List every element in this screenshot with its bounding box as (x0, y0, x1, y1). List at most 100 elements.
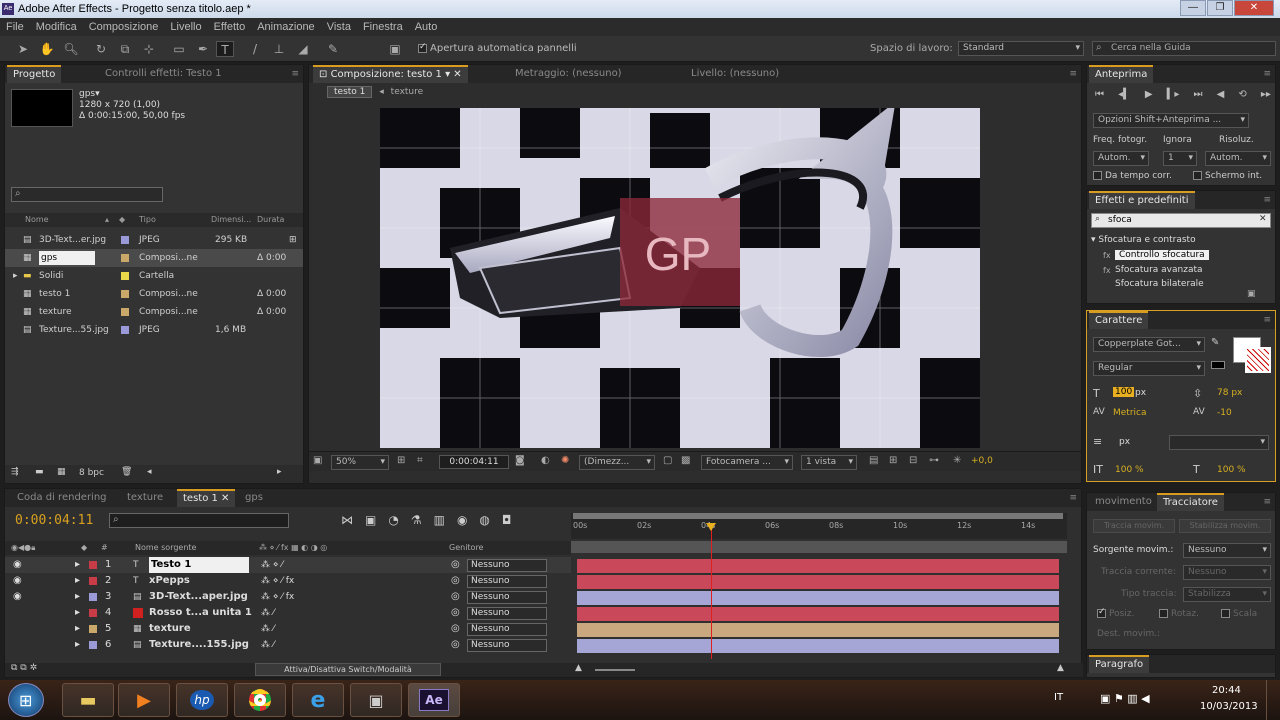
label-swatch[interactable] (89, 609, 97, 617)
roto-brush-tool-icon[interactable]: ✎ (324, 41, 342, 57)
menu-effetto[interactable]: Effetto (214, 21, 246, 33)
show-snapshot-icon[interactable]: ◐ (541, 455, 550, 466)
zoom-out-icon[interactable]: ▲ (575, 663, 582, 673)
scroll-left-icon[interactable]: ◂ (147, 467, 152, 477)
switch-shy-icon[interactable]: ⁂ ⁄ (261, 605, 274, 621)
parent-pick-whip-icon[interactable]: ◎ (451, 605, 460, 621)
layer-bar[interactable] (577, 559, 1059, 573)
rotation-checkbox[interactable] (1159, 609, 1168, 618)
parent-pick-whip-icon[interactable]: ◎ (451, 573, 460, 589)
composition-viewer[interactable]: GP (380, 108, 980, 448)
zoom-tool-icon[interactable]: 🔍︎ (62, 41, 80, 57)
parent-select[interactable]: Nessuno (467, 575, 547, 588)
menu-modifica[interactable]: Modifica (36, 21, 77, 33)
snapshot-icon[interactable]: ▣ (313, 455, 322, 466)
visibility-icon[interactable]: ◉ (13, 557, 22, 573)
ram-preview-icon[interactable]: ▸▸ (1261, 89, 1271, 100)
list-item[interactable]: ▸ ▬ Solidi Cartella (5, 267, 303, 285)
breadcrumb-testo-1[interactable]: testo 1 (327, 86, 373, 98)
graph-editor-icon[interactable]: ◍ (479, 513, 489, 527)
layer-bar[interactable] (577, 639, 1059, 653)
layer-bar[interactable] (577, 591, 1059, 605)
breadcrumb-texture[interactable]: texture (391, 87, 424, 97)
position-checkbox[interactable] (1097, 607, 1106, 618)
safe-area-icon[interactable]: ⌗ (417, 455, 423, 466)
new-preset-icon[interactable]: ▣ (1247, 289, 1256, 299)
scroll-right-icon[interactable]: ▸ (277, 467, 282, 477)
current-time-indicator[interactable] (711, 525, 712, 659)
expand-icon[interactable]: ▸ (13, 267, 18, 285)
layer-bar[interactable] (577, 607, 1059, 621)
layer-name[interactable]: 3D-Text...aper.jpg (149, 589, 248, 605)
item-name[interactable]: gps (39, 251, 96, 265)
black-swatch[interactable] (1211, 361, 1225, 369)
layer-name[interactable]: xPepps (149, 573, 190, 589)
col-type[interactable]: Tipo (139, 213, 156, 227)
effects-search-input[interactable]: sfoca (1091, 213, 1271, 228)
auto-open-checkbox[interactable] (418, 42, 427, 53)
timeline-search-input[interactable]: ⌕ (109, 513, 289, 528)
pan-behind-tool-icon[interactable]: ⊹ (140, 41, 158, 57)
zoom-select[interactable]: 50% (331, 455, 389, 470)
position-option[interactable]: Posiz. (1097, 607, 1134, 619)
stroke-color-swatch[interactable] (1245, 347, 1271, 373)
stabilize-motion-button[interactable]: Stabilizza movim. (1179, 519, 1271, 533)
draft-3d-icon[interactable]: ◔ (388, 513, 398, 527)
col-parent[interactable]: Genitore (449, 541, 483, 555)
hide-shy-icon[interactable]: ⚗ (411, 513, 422, 527)
bpc-label[interactable]: 8 bpc (79, 468, 104, 478)
tab-composition[interactable]: ⊡ Composizione: testo 1 ▾ ✕ (313, 65, 468, 83)
track-type-select[interactable]: Stabilizza (1183, 587, 1271, 602)
loop-icon[interactable]: ⟲ (1238, 89, 1246, 100)
workspace-select[interactable]: Standard (958, 41, 1084, 56)
clock-date[interactable]: 10/03/2013 (1200, 701, 1258, 712)
close-button[interactable]: ✕ (1234, 0, 1274, 16)
label-swatch[interactable] (89, 577, 97, 585)
chrome-taskbar-button[interactable] (234, 683, 286, 717)
list-item[interactable]: ▤ 3D-Text...er.jpg JPEG 295 KB ⊞ (5, 231, 303, 249)
horizontal-scale-value[interactable]: 100 % (1217, 465, 1246, 475)
last-frame-icon[interactable]: ⏭ (1194, 89, 1203, 100)
switch-shy-icon[interactable]: ⁂ ⋄ ⁄ fx (261, 573, 294, 589)
time-ruler[interactable]: 00s 02s 04s 06s 08s 10s 12s 14s (571, 513, 1067, 539)
auto-open-panels[interactable]: Apertura automatica pannelli (418, 42, 577, 54)
current-track-select[interactable]: Nessuno (1183, 565, 1271, 580)
kerning-value[interactable]: Metrica (1113, 408, 1147, 418)
rectangle-tool-icon[interactable]: ▭ (170, 41, 188, 57)
live-update-icon[interactable]: ▣ (365, 513, 376, 527)
menu-vista[interactable]: Vista (327, 21, 351, 33)
tracking-value[interactable]: -10 (1217, 408, 1232, 418)
tab-tracker[interactable]: Tracciatore (1157, 493, 1224, 511)
layer-row[interactable]: ▸ 5 ▦ texture ⁂ ⁄ ◎ Nessuno (5, 621, 571, 637)
panel-menu-icon[interactable]: ≡ (291, 69, 299, 79)
switch-shy-icon[interactable]: ⁂ ⁄ (261, 621, 274, 637)
tab-project[interactable]: Progetto (7, 65, 62, 83)
panel-menu-icon[interactable]: ≡ (1263, 69, 1271, 79)
expand-icon[interactable]: ▸ (75, 605, 80, 621)
parent-select[interactable]: Nessuno (467, 559, 547, 572)
frame-rate-select[interactable]: Autom. (1093, 151, 1149, 166)
panel-menu-icon[interactable]: ≡ (1069, 69, 1077, 79)
clone-stamp-tool-icon[interactable]: ⊥ (270, 41, 288, 57)
selection-tool-icon[interactable]: ➤ (14, 41, 32, 57)
tab-gps[interactable]: gps (239, 489, 269, 507)
scale-checkbox[interactable] (1221, 609, 1230, 618)
switch-shy-icon[interactable]: ⁂ ⁄ (261, 637, 274, 653)
hp-taskbar-button[interactable]: hp (176, 683, 228, 717)
expand-icon[interactable]: ▸ (75, 621, 80, 637)
tab-effect-controls[interactable]: Controlli effetti: Testo 1 (99, 65, 228, 83)
from-current-checkbox[interactable] (1093, 171, 1102, 180)
help-search-input[interactable]: Cerca nella Guida (1092, 41, 1276, 56)
tab-layer[interactable]: Livello: (nessuno) (685, 65, 785, 83)
brush-tool-icon[interactable]: / (246, 41, 264, 57)
project-search-input[interactable]: ⌕ (11, 187, 163, 202)
next-frame-icon[interactable]: ▍▸ (1167, 89, 1180, 100)
playhead-icon[interactable] (706, 523, 716, 531)
camera-snapshot-icon[interactable]: ◙ (515, 455, 525, 466)
menu-auto[interactable]: Auto (415, 21, 438, 33)
layer-bar[interactable] (577, 623, 1059, 637)
layer-bar[interactable] (577, 575, 1059, 589)
menu-finestra[interactable]: Finestra (363, 21, 403, 33)
tab-texture[interactable]: texture (121, 489, 169, 507)
full-screen[interactable]: Schermo int. (1193, 171, 1262, 181)
